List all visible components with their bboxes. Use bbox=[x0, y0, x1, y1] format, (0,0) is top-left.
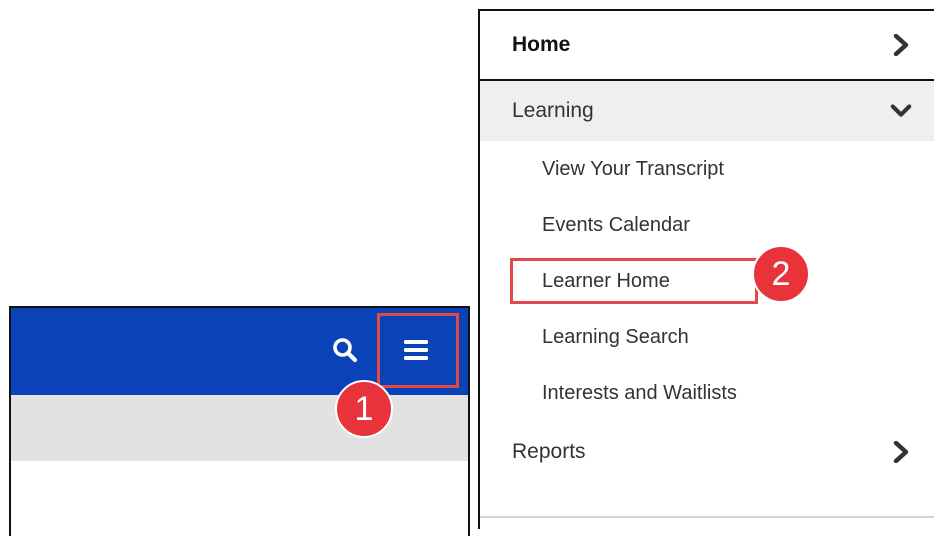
chevron-right-icon bbox=[890, 34, 912, 56]
hamburger-menu-button[interactable] bbox=[396, 330, 436, 370]
submenu-item-learner-home[interactable]: Learner Home bbox=[542, 261, 670, 301]
header-crop bbox=[9, 306, 470, 536]
menu-divider bbox=[480, 516, 934, 518]
submenu-item-interests-and-waitlists[interactable]: Interests and Waitlists bbox=[542, 373, 737, 413]
submenu-item-events-calendar[interactable]: Events Calendar bbox=[542, 205, 690, 245]
step-badge-1: 1 bbox=[335, 380, 393, 438]
step-badge-2: 2 bbox=[752, 245, 810, 303]
submenu-item-view-your-transcript[interactable]: View Your Transcript bbox=[542, 149, 724, 189]
submenu-item-learning-search[interactable]: Learning Search bbox=[542, 317, 689, 357]
menu-item-home[interactable]: Home bbox=[480, 11, 934, 81]
hamburger-menu-icon bbox=[404, 340, 428, 360]
navigation-menu: Home Learning View Your Transcript Event… bbox=[478, 9, 934, 529]
search-icon bbox=[333, 338, 358, 363]
menu-item-home-label: Home bbox=[512, 33, 571, 56]
search-button[interactable] bbox=[325, 330, 365, 370]
menu-item-reports-label: Reports bbox=[512, 440, 586, 463]
chevron-down-icon bbox=[890, 100, 912, 122]
menu-item-learning-label: Learning bbox=[512, 99, 594, 122]
menu-item-learning[interactable]: Learning bbox=[480, 81, 934, 141]
menu-item-reports[interactable]: Reports bbox=[480, 427, 934, 477]
chevron-right-icon bbox=[890, 441, 912, 463]
secondary-bar bbox=[11, 395, 468, 461]
top-navigation-bar bbox=[11, 308, 468, 395]
